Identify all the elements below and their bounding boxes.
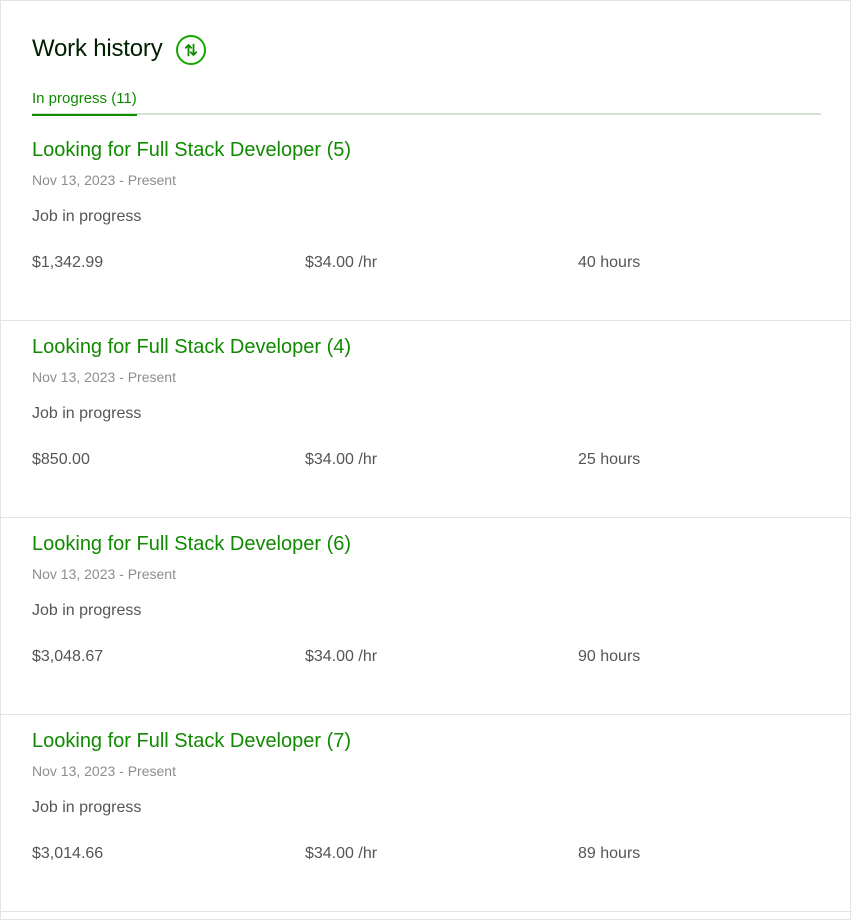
job-date: Nov 13, 2023 - Present [32,172,176,188]
job-earned: $1,342.99 [32,254,104,271]
work-history-panel: Work history In progress (11) Looking fo… [0,0,852,920]
tab-bar: In progress (11) [32,87,821,116]
job-item: Looking for Full Stack Developer (6) Nov… [1,518,852,715]
job-rate: $34.00 /hr [305,845,378,862]
job-status: Job in progress [32,799,142,816]
job-earned: $3,014.66 [32,845,104,862]
job-title-link[interactable]: Looking for Full Stack Developer (4) [32,333,351,361]
job-hours: 90 hours [578,648,641,665]
sort-arrows-icon [184,43,197,57]
job-title-link[interactable]: Looking for Full Stack Developer (6) [32,530,351,558]
job-item: Looking for Full Stack Developer (5) Nov… [1,124,852,321]
job-item: Looking for Full Stack Developer (7) Nov… [1,715,852,912]
section-title: Work history [32,35,163,62]
job-item: Looking for Full Stack Developer (4) Nov… [1,321,852,518]
job-date: Nov 13, 2023 - Present [32,763,176,779]
job-date: Nov 13, 2023 - Present [32,369,176,385]
job-hours: 89 hours [578,845,641,862]
job-status: Job in progress [32,602,142,619]
job-title-link[interactable]: Looking for Full Stack Developer (5) [32,136,351,164]
job-hours: 40 hours [578,254,641,271]
sort-button[interactable] [175,35,206,65]
job-earned: $850.00 [32,451,90,468]
job-hours: 25 hours [578,451,641,468]
tab-in-progress[interactable]: In progress (11) [32,88,137,116]
job-rate: $34.00 /hr [305,648,378,665]
job-rate: $34.00 /hr [305,254,378,271]
job-title-link[interactable]: Looking for Full Stack Developer (7) [32,727,351,755]
job-status: Job in progress [32,405,142,422]
job-date: Nov 13, 2023 - Present [32,566,176,582]
job-earned: $3,048.67 [32,648,104,665]
work-history-header: Work history [32,33,206,65]
job-status: Job in progress [32,208,142,225]
job-rate: $34.00 /hr [305,451,378,468]
